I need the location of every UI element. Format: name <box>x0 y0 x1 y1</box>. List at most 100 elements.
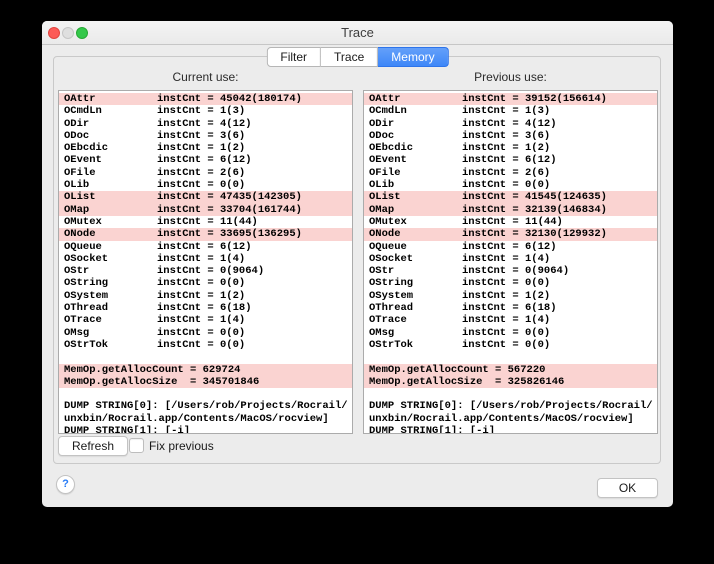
list-row[interactable]: OList instCnt = 47435(142305) <box>59 191 352 203</box>
list-row[interactable]: MemOp.getAllocSize = 325826146 <box>364 376 657 388</box>
list-row[interactable]: OList instCnt = 41545(124635) <box>364 191 657 203</box>
tab-trace[interactable]: Trace <box>321 47 378 67</box>
list-row[interactable]: OMap instCnt = 33704(161744) <box>59 204 352 216</box>
list-row[interactable]: OMsg instCnt = 0(0) <box>364 327 657 339</box>
row-text: MemOp.getAllocCount = 629724 <box>64 364 240 376</box>
list-row[interactable]: OLib instCnt = 0(0) <box>59 179 352 191</box>
instance-count: instCnt = 1(4) <box>462 314 550 326</box>
list-row[interactable]: OSystem instCnt = 1(2) <box>59 290 352 302</box>
list-row[interactable]: OTrace instCnt = 1(4) <box>364 314 657 326</box>
list-row[interactable]: OMap instCnt = 32139(146834) <box>364 204 657 216</box>
list-row[interactable] <box>59 351 352 363</box>
list-row[interactable]: OString instCnt = 0(0) <box>364 277 657 289</box>
list-row[interactable]: OMsg instCnt = 0(0) <box>59 327 352 339</box>
object-name: OSocket <box>369 253 462 265</box>
instance-count: instCnt = 6(12) <box>157 154 252 166</box>
list-row[interactable]: ODir instCnt = 4(12) <box>364 118 657 130</box>
list-row[interactable]: OEvent instCnt = 6(12) <box>59 154 352 166</box>
list-row[interactable]: MemOp.getAllocSize = 345701846 <box>59 376 352 388</box>
instance-count: instCnt = 33704(161744) <box>157 204 302 216</box>
list-row[interactable] <box>364 351 657 363</box>
instance-count: instCnt = 6(12) <box>462 241 557 253</box>
list-row[interactable] <box>364 388 657 400</box>
instance-count: instCnt = 3(6) <box>157 130 245 142</box>
list-row[interactable]: MemOp.getAllocCount = 629724 <box>59 364 352 376</box>
object-name: OFile <box>369 167 462 179</box>
tab-memory[interactable]: Memory <box>378 47 448 67</box>
title-bar[interactable]: Trace <box>42 21 673 45</box>
list-row[interactable]: OFile instCnt = 2(6) <box>364 167 657 179</box>
list-row[interactable]: DUMP STRING[0]: [/Users/rob/Projects/Roc… <box>364 400 657 412</box>
instance-count: instCnt = 4(12) <box>157 118 252 130</box>
list-row[interactable]: OStr instCnt = 0(9064) <box>59 265 352 277</box>
list-row[interactable]: OMutex instCnt = 11(44) <box>59 216 352 228</box>
list-row[interactable]: OQueue instCnt = 6(12) <box>59 241 352 253</box>
list-row[interactable]: OThread instCnt = 6(18) <box>364 302 657 314</box>
list-row[interactable]: OStrTok instCnt = 0(0) <box>364 339 657 351</box>
list-row[interactable]: OCmdLn instCnt = 1(3) <box>59 105 352 117</box>
list-row[interactable]: ODoc instCnt = 3(6) <box>364 130 657 142</box>
object-name: OThread <box>369 302 462 314</box>
list-row[interactable]: OString instCnt = 0(0) <box>59 277 352 289</box>
fix-previous-option[interactable]: Fix previous <box>129 438 214 453</box>
list-row[interactable]: OTrace instCnt = 1(4) <box>59 314 352 326</box>
instance-count: instCnt = 0(0) <box>157 327 245 339</box>
list-row[interactable]: ONode instCnt = 33695(136295) <box>59 228 352 240</box>
list-row[interactable]: DUMP STRING[0]: [/Users/rob/Projects/Roc… <box>59 400 352 412</box>
list-row[interactable]: OAttr instCnt = 45042(180174) <box>59 93 352 105</box>
instance-count: instCnt = 1(2) <box>462 290 550 302</box>
current-use-listbox[interactable]: OAttr instCnt = 45042(180174) OCmdLn ins… <box>58 90 353 434</box>
instance-count: instCnt = 3(6) <box>462 130 550 142</box>
list-row[interactable]: OEbcdic instCnt = 1(2) <box>364 142 657 154</box>
list-row[interactable]: unxbin/Rocrail.app/Contents/MacOS/rocvie… <box>364 413 657 425</box>
list-row[interactable]: ODir instCnt = 4(12) <box>59 118 352 130</box>
refresh-button[interactable]: Refresh <box>58 436 128 456</box>
list-row[interactable]: OStr instCnt = 0(9064) <box>364 265 657 277</box>
list-row[interactable]: OLib instCnt = 0(0) <box>364 179 657 191</box>
list-row[interactable]: OSocket instCnt = 1(4) <box>364 253 657 265</box>
current-use-heading: Current use: <box>58 70 353 84</box>
instance-count: instCnt = 0(0) <box>157 339 245 351</box>
instance-count: instCnt = 0(9064) <box>157 265 264 277</box>
fix-previous-label: Fix previous <box>149 439 214 453</box>
object-name: OSystem <box>369 290 462 302</box>
object-name: ODir <box>369 118 462 130</box>
object-name: OList <box>64 191 157 203</box>
instance-count: instCnt = 11(44) <box>462 216 563 228</box>
list-row[interactable]: OMutex instCnt = 11(44) <box>364 216 657 228</box>
list-row[interactable]: OFile instCnt = 2(6) <box>59 167 352 179</box>
list-row[interactable]: OCmdLn instCnt = 1(3) <box>364 105 657 117</box>
object-name: OFile <box>64 167 157 179</box>
list-row[interactable]: OSocket instCnt = 1(4) <box>59 253 352 265</box>
tab-filter[interactable]: Filter <box>266 47 321 67</box>
help-button[interactable]: ? <box>56 475 75 494</box>
list-row[interactable]: DUMP STRING[1]: [-i] <box>364 425 657 434</box>
list-row[interactable]: OQueue instCnt = 6(12) <box>364 241 657 253</box>
list-row[interactable]: OStrTok instCnt = 0(0) <box>59 339 352 351</box>
instance-count: instCnt = 0(9064) <box>462 265 569 277</box>
object-name: OMsg <box>64 327 157 339</box>
list-row[interactable]: OAttr instCnt = 39152(156614) <box>364 93 657 105</box>
instance-count: instCnt = 11(44) <box>157 216 258 228</box>
instance-count: instCnt = 1(2) <box>157 290 245 302</box>
list-row[interactable]: OThread instCnt = 6(18) <box>59 302 352 314</box>
list-row[interactable] <box>59 388 352 400</box>
list-row[interactable]: OEvent instCnt = 6(12) <box>364 154 657 166</box>
object-name: OMap <box>369 204 462 216</box>
list-row[interactable]: DUMP STRING[1]: [-i] <box>59 425 352 434</box>
object-name: OStr <box>369 265 462 277</box>
list-row[interactable]: ODoc instCnt = 3(6) <box>59 130 352 142</box>
list-row[interactable]: MemOp.getAllocCount = 567220 <box>364 364 657 376</box>
fix-previous-checkbox[interactable] <box>129 438 144 453</box>
instance-count: instCnt = 2(6) <box>157 167 245 179</box>
object-name: OCmdLn <box>64 105 157 117</box>
ok-button[interactable]: OK <box>597 478 658 498</box>
list-row[interactable]: ONode instCnt = 32130(129932) <box>364 228 657 240</box>
object-name: OQueue <box>64 241 157 253</box>
list-row[interactable]: OEbcdic instCnt = 1(2) <box>59 142 352 154</box>
list-row[interactable]: OSystem instCnt = 1(2) <box>364 290 657 302</box>
object-name: OMutex <box>64 216 157 228</box>
instance-count: instCnt = 47435(142305) <box>157 191 302 203</box>
previous-use-listbox[interactable]: OAttr instCnt = 39152(156614) OCmdLn ins… <box>363 90 658 434</box>
list-row[interactable]: unxbin/Rocrail.app/Contents/MacOS/rocvie… <box>59 413 352 425</box>
